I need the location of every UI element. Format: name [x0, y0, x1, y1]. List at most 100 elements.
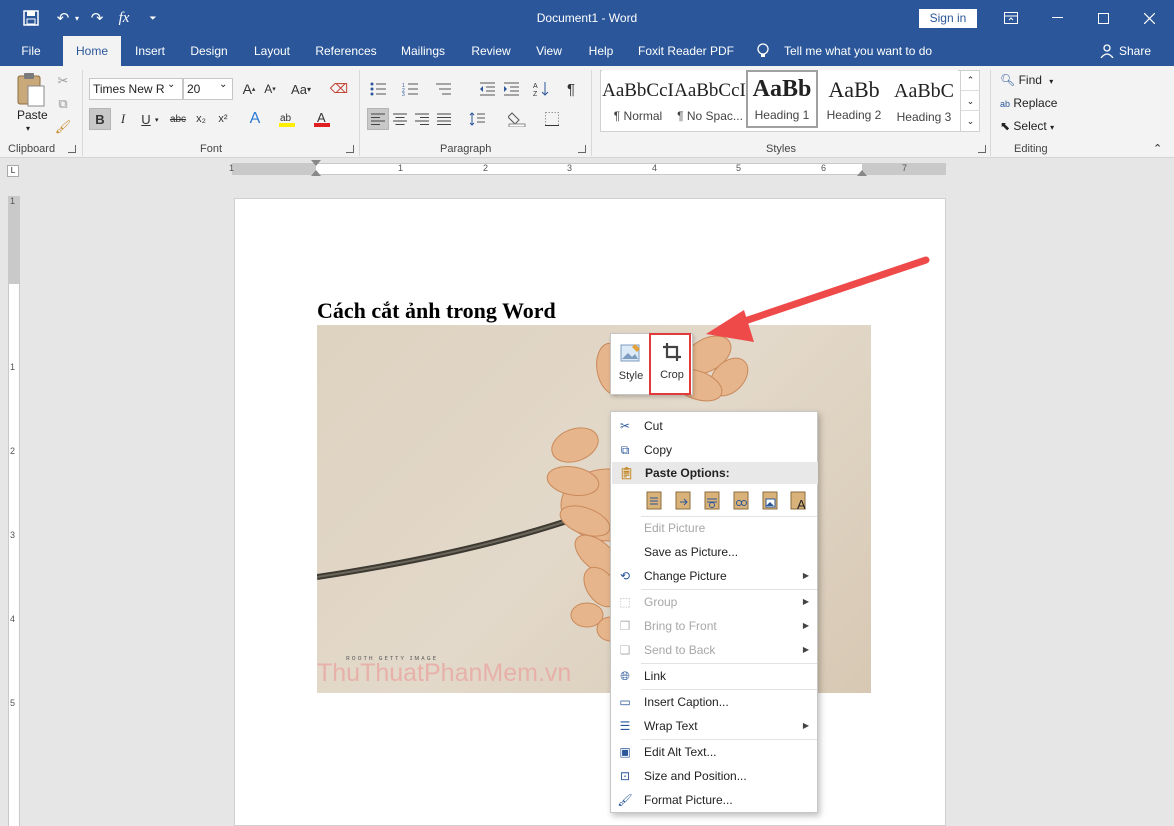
style-heading-1[interactable]: AaBb Heading 1 [746, 70, 818, 128]
line-spacing-icon[interactable] [466, 108, 488, 130]
decrease-indent-icon[interactable] [476, 78, 498, 100]
increase-indent-icon[interactable] [500, 78, 522, 100]
align-right-icon[interactable] [411, 108, 433, 130]
style-heading-2[interactable]: AaBb Heading 2 [818, 70, 890, 128]
multilevel-list-icon[interactable] [432, 78, 454, 100]
italic-button[interactable]: I [112, 108, 134, 130]
style-button[interactable]: Style [611, 334, 651, 396]
collapse-ribbon-icon[interactable]: ⌃ [1153, 142, 1162, 155]
menu-item-save-as-picture[interactable]: Save as Picture... [611, 540, 817, 564]
shrink-font-icon[interactable]: A ▾ [259, 78, 281, 100]
context-menu: ✂ Cut ⧉ Copy 📋︎ Paste Options: A Edit Pi… [610, 411, 818, 813]
align-left-icon[interactable] [367, 108, 389, 130]
highlight-color-icon[interactable]: ab [276, 108, 298, 130]
styles-launcher-icon[interactable] [978, 145, 986, 153]
clipboard-launcher-icon[interactable] [68, 145, 76, 153]
tab-selector-icon[interactable]: L [7, 165, 19, 177]
watermark-text: ThuThuatPhanMem.vn [317, 659, 572, 687]
first-line-indent-marker[interactable] [311, 160, 321, 166]
tab-help[interactable]: Help [582, 36, 620, 66]
paste-text-only-icon[interactable]: A [788, 488, 810, 512]
strikethrough-button[interactable]: abc [167, 108, 189, 130]
paste-merge-icon[interactable] [672, 488, 694, 512]
menu-item-cut[interactable]: ✂ Cut [611, 414, 817, 438]
change-case-button[interactable]: Aa ▾ [286, 78, 316, 100]
paste-link-icon[interactable] [730, 488, 752, 512]
clear-formatting-icon[interactable]: ⌫ [328, 78, 350, 100]
tab-foxit-reader-pdf[interactable]: Foxit Reader PDF [633, 36, 739, 66]
menu-item-link[interactable]: 🌐︎ Link [611, 664, 817, 688]
styles-more-icon[interactable]: ⌄ [961, 110, 980, 130]
menu-item-copy[interactable]: ⧉ Copy [611, 438, 817, 462]
style-heading-3-preview: AaBbC [894, 80, 954, 102]
style-normal[interactable]: AaBbCcI ¶ Normal [602, 70, 674, 128]
borders-icon[interactable] [541, 108, 563, 130]
superscript-button[interactable]: x² [212, 108, 234, 130]
font-name-dropdown-icon[interactable]: ⌄ [167, 79, 181, 99]
style-no-spacing[interactable]: AaBbCcI ¶ No Spac... [674, 70, 746, 128]
paste-as-image-icon[interactable] [759, 488, 781, 512]
font-size-dropdown-icon[interactable]: ⌄ [219, 79, 231, 99]
paste-button[interactable]: Paste [17, 108, 48, 122]
vertical-ruler[interactable] [8, 196, 20, 826]
right-indent-marker[interactable] [857, 170, 867, 176]
find-button[interactable]: 🔍︎ Find ▾ [1000, 69, 1053, 91]
justify-icon[interactable] [433, 108, 455, 130]
minimize-icon[interactable] [1034, 0, 1080, 36]
menu-item-size-and-position[interactable]: ⊡ Size and Position... [611, 764, 817, 788]
style-heading-3[interactable]: AaBbC Heading 3 [890, 70, 958, 128]
sign-in-button[interactable]: Sign in [919, 9, 977, 28]
tab-review[interactable]: Review [466, 36, 516, 66]
share-button[interactable]: Share [1119, 36, 1151, 66]
tab-references[interactable]: References [310, 36, 382, 66]
menu-item-wrap-text[interactable]: ☰ Wrap Text ▶ [611, 714, 817, 738]
styles-scroll-down-icon[interactable]: ⌄ [961, 90, 980, 110]
select-button[interactable]: ⬉ Select ▾ [1000, 115, 1054, 137]
tab-design[interactable]: Design [183, 36, 235, 66]
menu-item-edit-alt-text[interactable]: ▣ Edit Alt Text... [611, 740, 817, 764]
underline-button[interactable]: U [135, 108, 157, 130]
show-formatting-marks-icon[interactable]: ¶ [560, 78, 582, 100]
font-color-icon[interactable]: A [311, 108, 333, 130]
sort-icon[interactable]: AZ [530, 78, 552, 100]
align-center-icon[interactable] [389, 108, 411, 130]
menu-item-insert-caption[interactable]: ▭ Insert Caption... [611, 690, 817, 714]
text-effects-icon[interactable]: A [244, 108, 266, 130]
ribbon-display-options-icon[interactable] [988, 0, 1034, 36]
paste-picture-icon[interactable] [701, 488, 723, 512]
tab-mailings[interactable]: Mailings [393, 36, 453, 66]
copy-icon[interactable]: ⧉ [52, 93, 74, 115]
grow-font-icon[interactable]: A ▴ [238, 78, 260, 100]
format-painter-icon[interactable]: 🖌 [52, 116, 74, 138]
group-label: Group [644, 595, 678, 609]
document-heading[interactable]: Cách cắt ảnh trong Word [317, 298, 556, 324]
tab-home[interactable]: Home [63, 36, 121, 66]
maximize-icon[interactable] [1080, 0, 1126, 36]
wrap-text-icon: ☰ [619, 719, 631, 733]
bullets-icon[interactable] [367, 78, 389, 100]
paste-dropdown-icon[interactable]: ▾ [26, 124, 30, 133]
bold-button[interactable]: B [89, 108, 111, 130]
font-launcher-icon[interactable] [346, 145, 354, 153]
subscript-button[interactable]: x₂ [190, 108, 212, 130]
select-label: Select [1013, 119, 1047, 133]
tab-view[interactable]: View [528, 36, 570, 66]
menu-item-format-picture[interactable]: 🖌︎ Format Picture... [611, 788, 817, 812]
menu-item-change-picture[interactable]: ⟲ Change Picture ▶ [611, 564, 817, 588]
styles-scroll-up-icon[interactable]: ⌃ [961, 70, 980, 90]
tab-layout[interactable]: Layout [246, 36, 298, 66]
paragraph-launcher-icon[interactable] [578, 145, 586, 153]
cut-icon[interactable]: ✂ [52, 70, 74, 92]
shading-icon[interactable] [506, 108, 528, 130]
numbering-icon[interactable]: 123 [399, 78, 421, 100]
clipboard-icon[interactable] [14, 72, 48, 112]
paragraph-group-label: Paragraph [440, 143, 492, 155]
tab-file[interactable]: File [10, 36, 52, 66]
tell-me-search[interactable]: Tell me what you want to do [784, 36, 932, 66]
hanging-indent-marker[interactable] [311, 170, 321, 176]
replace-button[interactable]: ab Replace [1000, 92, 1057, 114]
underline-dropdown-icon[interactable]: ▾ [155, 116, 159, 124]
tab-insert[interactable]: Insert [127, 36, 173, 66]
paste-keep-source-icon[interactable] [643, 488, 665, 512]
close-icon[interactable] [1126, 0, 1172, 36]
